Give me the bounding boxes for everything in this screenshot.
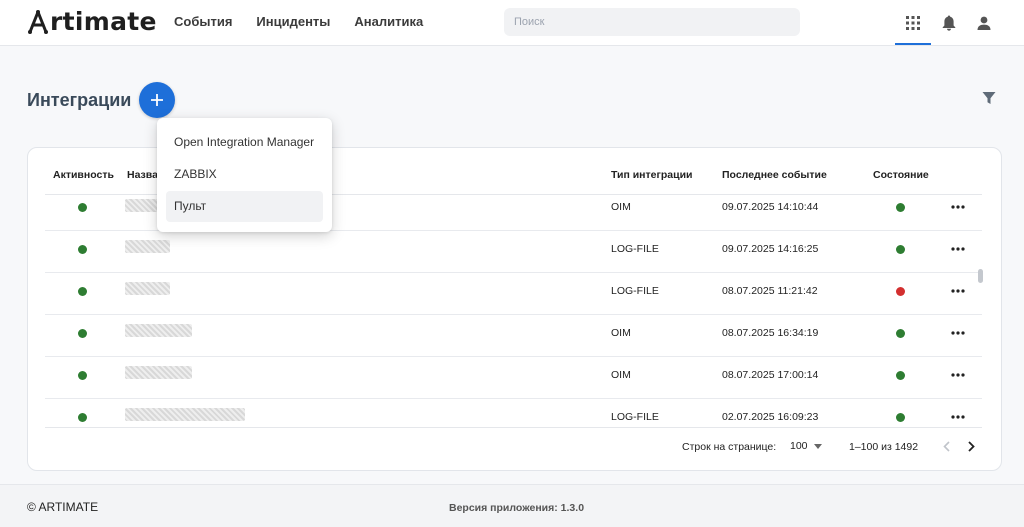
column-header-activity[interactable]: Активность <box>53 168 114 182</box>
activity-dot <box>78 287 87 296</box>
integration-type: LOG-FILE <box>611 285 659 297</box>
activity-dot <box>78 245 87 254</box>
state-dot <box>896 329 905 338</box>
integration-type: OIM <box>611 369 631 381</box>
activity-dot <box>78 329 87 338</box>
scrollbar-thumb[interactable] <box>978 269 983 283</box>
activity-dot <box>78 413 87 422</box>
menu-item-pult[interactable]: Пульт <box>166 191 323 222</box>
integration-type: OIM <box>611 327 631 339</box>
integration-type: LOG-FILE <box>611 411 659 423</box>
add-integration-button[interactable] <box>139 82 175 118</box>
main-nav: События Инциденты Аналитика <box>174 14 423 30</box>
page-footer: © ARTIMATE Версия приложения: 1.3.0 <box>0 484 1024 527</box>
more-actions-icon[interactable] <box>949 412 967 422</box>
state-dot <box>896 287 905 296</box>
apps-grid-icon[interactable] <box>901 11 925 35</box>
bell-icon[interactable] <box>937 11 961 35</box>
nav-analytics[interactable]: Аналитика <box>354 14 423 30</box>
last-event-time: 09.07.2025 14:10:44 <box>722 201 819 213</box>
redacted-name <box>125 282 170 295</box>
logo-text: rtimate <box>50 7 157 36</box>
redacted-name <box>125 408 245 421</box>
last-event-time: 08.07.2025 11:21:42 <box>722 285 818 297</box>
last-event-time: 02.07.2025 16:09:23 <box>722 411 819 423</box>
state-dot <box>896 371 905 380</box>
table-row[interactable]: LOG-FILE 08.07.2025 11:21:42 <box>45 273 982 315</box>
more-actions-icon[interactable] <box>949 202 967 212</box>
artimate-logo[interactable]: rtimate <box>27 8 157 36</box>
copyright-text: © ARTIMATE <box>27 500 99 514</box>
pagination-range: 1–100 из 1492 <box>849 441 919 453</box>
app-version: Версия приложения: 1.3.0 <box>449 502 585 514</box>
user-account-icon[interactable] <box>972 11 996 35</box>
page-title: Интеграции <box>27 90 132 110</box>
state-dot <box>896 203 905 212</box>
active-tab-indicator <box>895 43 931 45</box>
footer-divider <box>45 427 982 428</box>
redacted-name <box>125 366 192 379</box>
column-header-type[interactable]: Тип интеграции <box>611 168 693 182</box>
search-input[interactable] <box>504 8 800 36</box>
menu-item-zabbix[interactable]: ZABBIX <box>166 159 323 190</box>
last-event-time: 08.07.2025 16:34:19 <box>722 327 819 339</box>
column-header-state[interactable]: Состояние <box>873 168 929 182</box>
top-header: rtimate События Инциденты Аналитика <box>0 0 1024 46</box>
activity-dot <box>78 371 87 380</box>
menu-item-open-integration-manager[interactable]: Open Integration Manager <box>166 127 323 158</box>
rows-per-page-label: Строк на странице: <box>682 441 777 453</box>
rows-per-page-value: 100 <box>790 440 808 452</box>
plus-icon <box>151 94 163 106</box>
filter-icon[interactable] <box>982 91 998 107</box>
state-dot <box>896 245 905 254</box>
caret-down-icon <box>813 443 822 449</box>
prev-page-icon[interactable] <box>938 438 954 454</box>
last-event-time: 08.07.2025 17:00:14 <box>722 369 819 381</box>
activity-dot <box>78 203 87 212</box>
rows-per-page-select[interactable]: 100 <box>790 437 822 455</box>
more-actions-icon[interactable] <box>949 328 967 338</box>
table-row[interactable]: OIM 08.07.2025 17:00:14 <box>45 357 982 399</box>
last-event-time: 09.07.2025 14:16:25 <box>722 243 819 255</box>
table-row[interactable]: OIM 08.07.2025 16:34:19 <box>45 315 982 357</box>
column-header-last-event[interactable]: Последнее событие <box>722 168 827 182</box>
logo-a-icon <box>28 10 48 34</box>
integration-type: OIM <box>611 201 631 213</box>
more-actions-icon[interactable] <box>949 286 967 296</box>
nav-incidents[interactable]: Инциденты <box>256 14 330 30</box>
table-row[interactable]: LOG-FILE 09.07.2025 14:16:25 <box>45 231 982 273</box>
table-scrollbar[interactable] <box>978 195 983 427</box>
nav-events[interactable]: События <box>174 14 232 30</box>
next-page-icon[interactable] <box>963 438 979 454</box>
add-integration-menu: Open Integration Manager ZABBIX Пульт <box>157 118 332 232</box>
state-dot <box>896 413 905 422</box>
table-row[interactable]: LOG-FILE 02.07.2025 16:09:23 <box>45 399 982 427</box>
integration-type: LOG-FILE <box>611 243 659 255</box>
more-actions-icon[interactable] <box>949 370 967 380</box>
more-actions-icon[interactable] <box>949 244 967 254</box>
redacted-name <box>125 324 192 337</box>
redacted-name <box>125 240 170 253</box>
